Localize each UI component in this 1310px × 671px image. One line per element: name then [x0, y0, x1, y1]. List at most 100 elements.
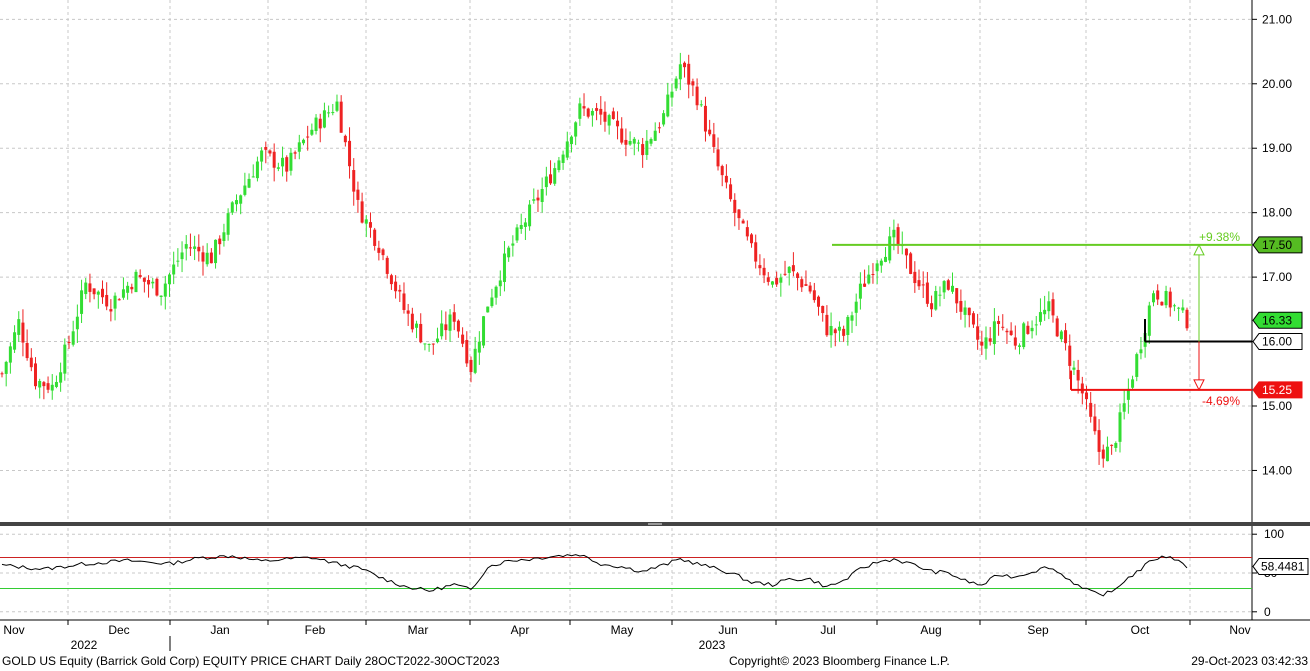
osc-tick-label: 100	[1264, 527, 1284, 541]
candle-body-down	[946, 280, 950, 290]
candle-body-down	[603, 111, 607, 122]
candle-body-up	[251, 176, 255, 178]
candle-body-up	[528, 204, 532, 227]
osc-tick-label: 0	[1264, 605, 1271, 619]
candle-body-down	[1055, 318, 1059, 337]
candle-body-up	[829, 326, 833, 336]
candle-body-down	[431, 343, 435, 345]
candle-body-up	[423, 343, 427, 345]
candle-body-up	[578, 103, 582, 119]
candle-body-down	[318, 118, 322, 129]
candle-body-up	[984, 337, 988, 349]
footer-copyright: Copyright© 2023 Bloomberg Finance L.P.	[729, 654, 950, 668]
candle-body-down	[750, 234, 754, 244]
candle-body-down	[1026, 325, 1030, 334]
month-label-aug: Aug	[920, 623, 941, 637]
month-label-mar: Mar	[408, 623, 429, 637]
candle-body-down	[444, 324, 448, 331]
candle-body-up	[666, 94, 670, 117]
candle-body-up	[214, 239, 218, 264]
candle-body-up	[1047, 301, 1051, 312]
candle-body-down	[1097, 430, 1101, 452]
candle-body-down	[791, 265, 795, 272]
candle-body-down	[1051, 299, 1055, 316]
candle-body-up	[1114, 443, 1118, 448]
year-label-2023: 2023	[699, 638, 726, 651]
candle-body-up	[71, 331, 75, 345]
candle-body-down	[452, 312, 456, 322]
candle-body-up	[427, 343, 431, 345]
candle-body-down	[389, 275, 393, 285]
candle-body-up	[75, 316, 79, 330]
candle-body-down	[712, 134, 716, 147]
month-label-oct: Oct	[1131, 623, 1150, 637]
candle-body-down	[360, 201, 364, 223]
candle-body-down	[729, 184, 733, 200]
candle-body-up	[1072, 367, 1076, 370]
candle-body-down	[1009, 330, 1013, 335]
candle-body-up	[1122, 403, 1126, 412]
upside-arrow-head	[1193, 243, 1205, 256]
candle-body-up	[1022, 323, 1026, 348]
candle-body-up	[364, 219, 368, 224]
price-tick-label: 20.00	[1262, 77, 1292, 91]
candle-body-down	[109, 309, 113, 312]
candle-body-down	[716, 149, 720, 167]
candle-body-down	[25, 342, 29, 359]
candle-body-down	[745, 227, 749, 237]
candle-body-up	[230, 202, 234, 213]
candle-body-up	[553, 168, 557, 184]
osc-value-tag-label: 58.4481	[1261, 559, 1305, 573]
candle-body-down	[586, 108, 590, 117]
candle-body-down	[775, 277, 779, 285]
candle-body-down	[67, 342, 71, 344]
candle-body-down	[343, 135, 347, 143]
candle-body-down	[456, 320, 460, 332]
candle-body-down	[1156, 290, 1160, 300]
candle-body-down	[620, 128, 624, 143]
candle-body-up	[662, 113, 666, 125]
candle-body-down	[410, 313, 414, 330]
candle-body-up	[38, 380, 42, 388]
candle-body-up	[888, 236, 892, 261]
tag-last-price-label: 16.33	[1262, 313, 1292, 327]
candle-body-up	[13, 332, 17, 350]
candle-body-down	[373, 229, 377, 246]
candle-body-down	[959, 300, 963, 312]
candle-body-down	[976, 326, 980, 340]
candle-body-down	[783, 273, 787, 275]
candle-body-up	[557, 160, 561, 171]
candle-body-down	[306, 136, 310, 138]
candle-body-down	[804, 284, 808, 286]
candle-body-up	[255, 161, 259, 179]
candle-body-up	[126, 285, 130, 293]
candle-body-down	[796, 273, 800, 279]
candle-body-up	[327, 112, 331, 114]
candle-body-up	[8, 346, 12, 363]
candle-body-up	[934, 291, 938, 310]
candle-body-down	[536, 197, 540, 201]
candle-body-down	[1076, 369, 1080, 381]
candle-body-down	[833, 329, 837, 334]
candle-body-down	[155, 278, 159, 296]
price-tick-label: 19.00	[1262, 141, 1292, 155]
candle-body-up	[879, 260, 883, 266]
candle-body-up	[1105, 446, 1109, 462]
year-label-2022: 2022	[71, 638, 98, 651]
candle-body-down	[1068, 345, 1072, 366]
candle-body-down	[201, 252, 205, 262]
candle-body-up	[151, 281, 155, 284]
candle-body-down	[812, 290, 816, 301]
candle-body-up	[440, 323, 444, 337]
candle-body-up	[59, 372, 63, 383]
candle-body-down	[549, 174, 553, 184]
candle-body-down	[29, 357, 33, 368]
candle-body-up	[523, 222, 527, 227]
pane-divider-handle	[648, 523, 662, 525]
candle-body-down	[1168, 291, 1172, 308]
candle-body-up	[867, 274, 871, 284]
candle-body-down	[708, 129, 712, 135]
candle-body-up	[963, 307, 967, 315]
candle-body-down	[1093, 416, 1097, 432]
candle-body-down	[955, 288, 959, 304]
